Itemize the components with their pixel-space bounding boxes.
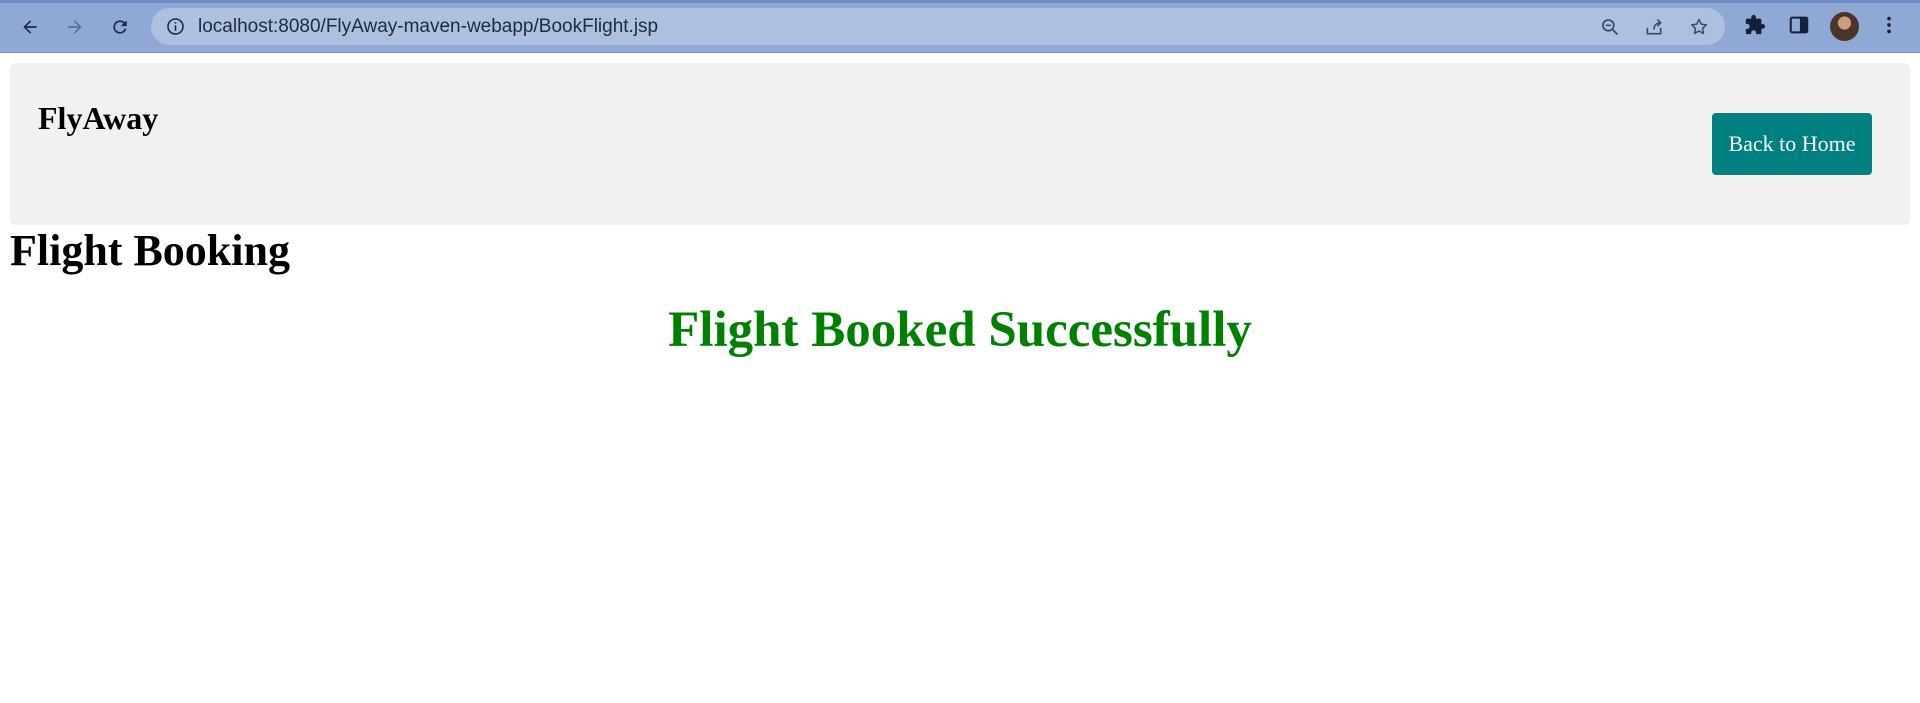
reload-icon [113,20,127,34]
browser-toolbar: localhost:8080/FlyAway-maven-webapp/Book… [0,0,1920,53]
forward-arrow-icon [68,20,82,34]
extensions-puzzle-icon[interactable] [1744,14,1766,36]
page-title: Flight Booking [10,226,290,275]
site-header: FlyAway Back to Home [10,63,1910,225]
reload-button[interactable] [104,11,136,43]
forward-button[interactable] [59,11,91,43]
brand-logo-text[interactable]: FlyAway [38,100,158,137]
bookmark-star-icon[interactable] [1689,17,1709,37]
back-button[interactable] [14,11,46,43]
profile-avatar[interactable] [1830,12,1859,41]
share-icon[interactable] [1644,17,1664,37]
back-to-home-button[interactable]: Back to Home [1712,113,1872,175]
success-message: Flight Booked Successfully [668,302,1252,358]
url-text[interactable]: localhost:8080/FlyAway-maven-webapp/Book… [198,16,658,37]
zoom-out-icon[interactable] [1600,17,1620,37]
side-panel-icon[interactable] [1788,14,1810,36]
address-bar[interactable]: localhost:8080/FlyAway-maven-webapp/Book… [151,8,1725,45]
back-arrow-icon [23,20,37,34]
more-menu-icon[interactable] [1878,14,1900,36]
tab-strip [0,0,1920,3]
site-info-icon[interactable] [166,17,185,36]
